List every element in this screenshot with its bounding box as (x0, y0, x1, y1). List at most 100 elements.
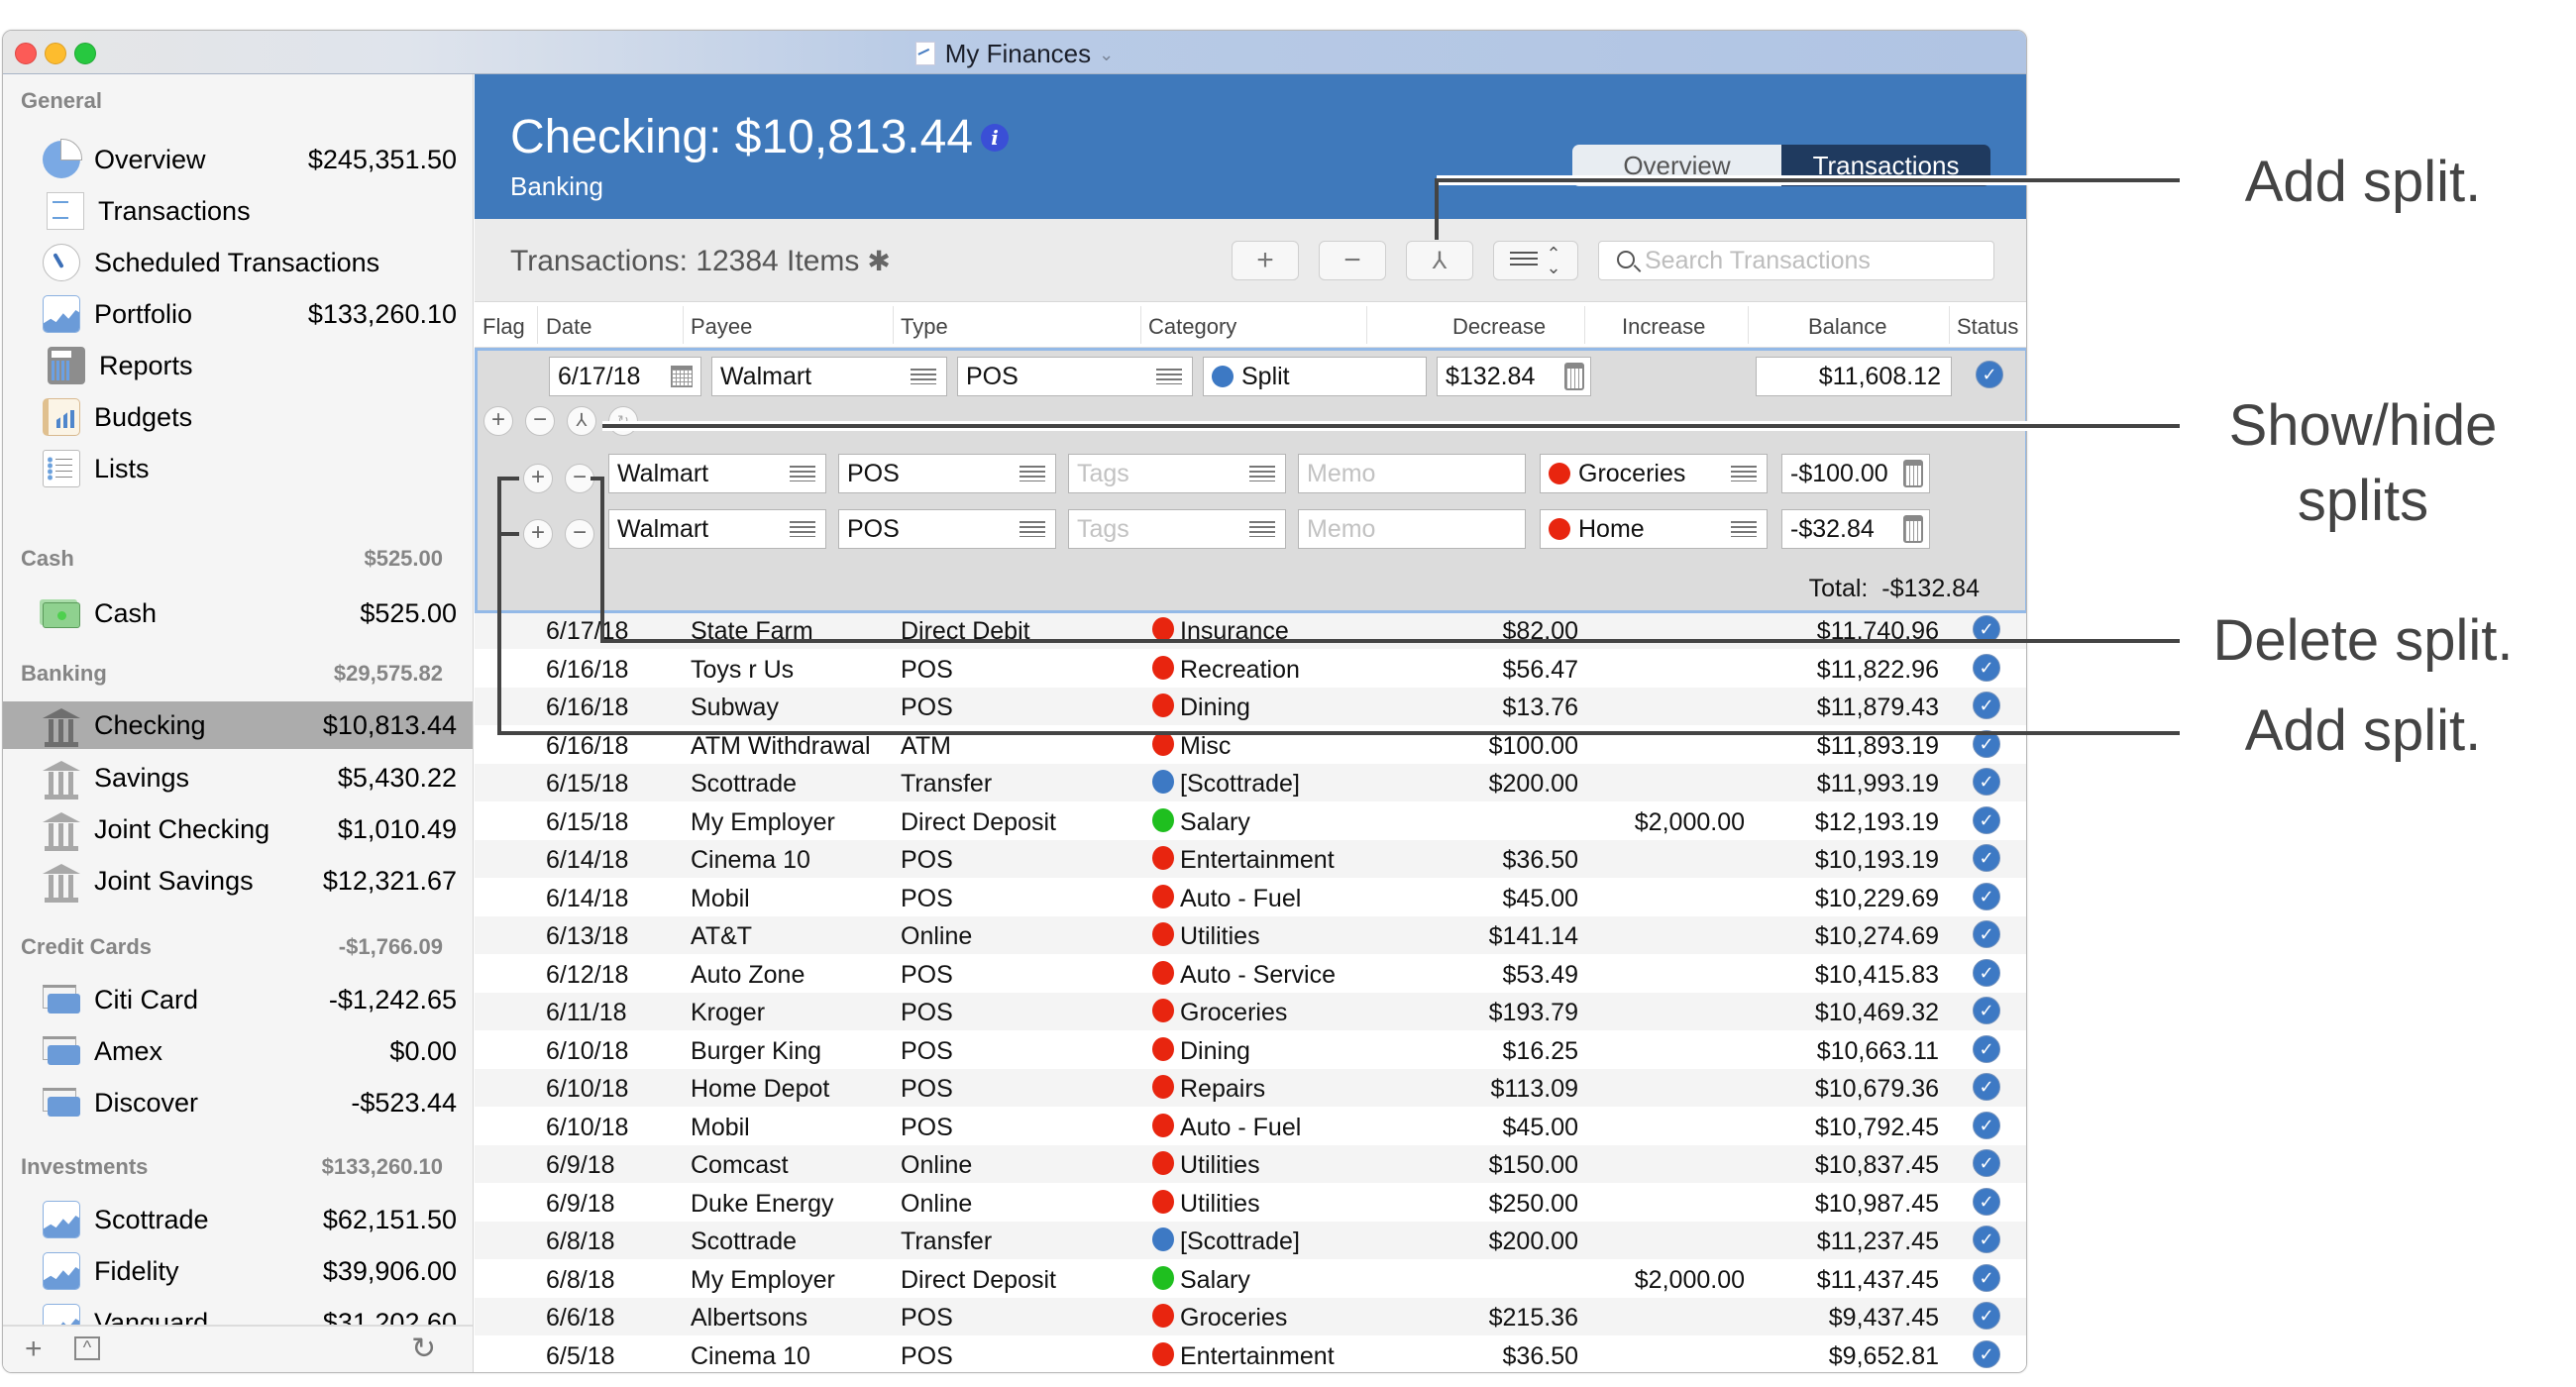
sidebar-item-checking[interactable]: Checking $10,813.44 (3, 701, 473, 749)
table-row[interactable]: 6/5/18 Cinema 10 POS Entertainment $36.50 $9,… (475, 1336, 2026, 1373)
cleared-status-checkbox[interactable]: ✓ (1976, 361, 2003, 388)
search-transactions-input[interactable]: Search Transactions (1598, 241, 1994, 280)
menu-icon[interactable] (1731, 466, 1757, 481)
split-tags-field[interactable]: Tags (1068, 454, 1286, 493)
table-row[interactable]: 6/16/18 Subway POS Dining $13.76 $11,879.43 ✓ (475, 688, 2026, 725)
cleared-status-checkbox[interactable]: ✓ (1973, 882, 2000, 910)
menu-icon[interactable] (911, 369, 936, 384)
split-tags-field[interactable]: Tags (1068, 509, 1286, 549)
menu-icon[interactable] (1249, 466, 1275, 481)
menu-icon[interactable] (1731, 521, 1757, 537)
sidebar-item-joint-savings[interactable]: Joint Savings $12,321.67 (3, 857, 473, 905)
table-row[interactable]: 6/17/18 State Farm Direct Debit Insurance $8… (475, 613, 2026, 649)
table-row[interactable]: 6/13/18 AT&T Online Utilities $141.14 $10,274… (475, 916, 2026, 954)
column-header-type[interactable]: Type (901, 314, 948, 340)
calculator-icon[interactable] (1903, 460, 1923, 487)
column-header-balance[interactable]: Balance (1808, 314, 1887, 340)
cleared-status-checkbox[interactable]: ✓ (1973, 1073, 2000, 1101)
show-hide-splits-button[interactable]: ⅄ (567, 406, 596, 436)
sidebar-item-amex[interactable]: Amex $0.00 (3, 1027, 473, 1075)
cleared-status-checkbox[interactable]: ✓ (1973, 958, 2000, 987)
sidebar-item-lists[interactable]: Lists (3, 445, 473, 492)
sidebar-item-citi-card[interactable]: Citi Card -$1,242.65 (3, 976, 473, 1023)
table-row[interactable]: 6/14/18 Mobil POS Auto - Fuel $45.00 $10,229.… (475, 879, 2026, 916)
split-payee-input[interactable]: Walmart (608, 509, 826, 549)
type-field[interactable]: POS (957, 357, 1193, 396)
menu-icon[interactable] (1020, 521, 1045, 537)
cleared-status-checkbox[interactable]: ✓ (1973, 844, 2000, 872)
collapse-button[interactable]: ^ (74, 1336, 100, 1360)
gear-icon[interactable]: ✱ (867, 245, 890, 277)
column-header-status[interactable]: Status (1957, 314, 2018, 340)
column-header-increase[interactable]: Increase (1622, 314, 1705, 340)
table-row[interactable]: 6/10/18 Home Depot POS Repairs $113.09 $10,67… (475, 1069, 2026, 1107)
split-transaction-button[interactable]: ⅄ (1406, 241, 1473, 280)
table-row[interactable]: 6/10/18 Mobil POS Auto - Fuel $45.00 $10,792.… (475, 1108, 2026, 1145)
cleared-status-checkbox[interactable]: ✓ (1973, 805, 2000, 834)
split-type-field[interactable]: POS (838, 454, 1056, 493)
cleared-status-checkbox[interactable]: ✓ (1973, 1339, 2000, 1368)
table-row[interactable]: 6/6/18 Albertsons POS Groceries $215.36 $9,43… (475, 1298, 2026, 1335)
cleared-status-checkbox[interactable]: ✓ (1973, 1302, 2000, 1330)
table-row[interactable]: 6/16/18 Toys r Us POS Recreation $56.47 $11,8… (475, 650, 2026, 688)
add-transaction-button[interactable]: + (1232, 241, 1299, 280)
cleared-status-checkbox[interactable]: ✓ (1973, 768, 2000, 796)
cleared-status-checkbox[interactable]: ✓ (1973, 653, 2000, 682)
menu-icon[interactable] (790, 466, 815, 481)
info-icon[interactable]: i (981, 124, 1010, 152)
sidebar-item-scottrade[interactable]: Scottrade $62,151.50 (3, 1196, 473, 1243)
menu-icon[interactable] (1156, 369, 1182, 384)
add-split-button[interactable]: + (483, 406, 513, 436)
cleared-status-checkbox[interactable]: ✓ (1973, 1226, 2000, 1253)
table-row[interactable]: 6/10/18 Burger King POS Dining $16.25 $10,663… (475, 1031, 2026, 1069)
sidebar-item-cash[interactable]: Cash $525.00 (3, 589, 473, 637)
column-header-category[interactable]: Category (1148, 314, 1236, 340)
refresh-icon[interactable]: ↻ (411, 1334, 436, 1364)
table-row[interactable]: 6/11/18 Kroger POS Groceries $193.79 $10,469.… (475, 993, 2026, 1030)
split-amount-field[interactable]: -$100.00 (1781, 454, 1930, 493)
cleared-status-checkbox[interactable]: ✓ (1973, 997, 2000, 1024)
remove-split-button[interactable]: − (525, 406, 555, 436)
split-category-field[interactable]: Home (1540, 509, 1768, 549)
sidebar-item-budgets[interactable]: Budgets (3, 393, 473, 441)
cleared-status-checkbox[interactable]: ✓ (1973, 920, 2000, 948)
split-memo-field[interactable]: Memo (1298, 454, 1526, 493)
decrease-field[interactable]: $132.84 (1437, 357, 1591, 396)
table-row[interactable]: 6/9/18 Duke Energy Online Utilities $250.00 $… (475, 1184, 2026, 1222)
split-payee-input[interactable]: Walmart (608, 454, 826, 493)
delete-transaction-button[interactable]: − (1319, 241, 1386, 280)
menu-icon[interactable] (790, 521, 815, 537)
cleared-status-checkbox[interactable]: ✓ (1973, 1187, 2000, 1216)
sidebar-item-overview[interactable]: Overview $245,351.50 (3, 136, 473, 183)
table-row[interactable]: 6/12/18 Auto Zone POS Auto - Service $53.49 $… (475, 955, 2026, 993)
calculator-icon[interactable] (1903, 515, 1923, 543)
calendar-icon[interactable] (671, 366, 693, 387)
column-header-decrease[interactable]: Decrease (1452, 314, 1546, 340)
table-row[interactable]: 6/14/18 Cinema 10 POS Entertainment $36.50 $1… (475, 840, 2026, 878)
column-header-payee[interactable]: Payee (691, 314, 752, 340)
cleared-status-checkbox[interactable]: ✓ (1973, 1263, 2000, 1292)
cleared-status-checkbox[interactable]: ✓ (1973, 1111, 2000, 1139)
split-type-field[interactable]: POS (838, 509, 1056, 549)
split-memo-field[interactable]: Memo (1298, 509, 1526, 549)
table-row[interactable]: 6/15/18 My Employer Direct Deposit Salary $2… (475, 802, 2026, 840)
split-add-button[interactable]: + (523, 464, 553, 493)
menu-icon[interactable] (1020, 466, 1045, 481)
cleared-status-checkbox[interactable]: ✓ (1973, 692, 2000, 719)
sort-menu-button[interactable]: ⌃ ⌄ (1493, 241, 1578, 280)
table-row[interactable]: 6/8/18 Scottrade Transfer [Scottrade] $200.0… (475, 1222, 2026, 1259)
payee-field[interactable]: Walmart (711, 357, 947, 396)
sidebar-item-fidelity[interactable]: Fidelity $39,906.00 (3, 1247, 473, 1295)
menu-icon[interactable] (1249, 521, 1275, 537)
table-row[interactable]: 6/9/18 Comcast Online Utilities $150.00 $10,8… (475, 1145, 2026, 1183)
table-row[interactable]: 6/15/18 Scottrade Transfer [Scottrade] $200.… (475, 764, 2026, 801)
split-category-field[interactable]: Groceries (1540, 454, 1768, 493)
split-delete-button[interactable]: − (565, 519, 594, 549)
column-header-flag[interactable]: Flag (483, 314, 525, 340)
sidebar-item-discover[interactable]: Discover -$523.44 (3, 1079, 473, 1126)
sidebar-item-scheduled-transactions[interactable]: Scheduled Transactions (3, 239, 473, 286)
split-amount-field[interactable]: -$32.84 (1781, 509, 1930, 549)
date-field[interactable]: 6/17/18 (549, 357, 701, 396)
column-header-date[interactable]: Date (546, 314, 591, 340)
calculator-icon[interactable] (1564, 363, 1584, 390)
